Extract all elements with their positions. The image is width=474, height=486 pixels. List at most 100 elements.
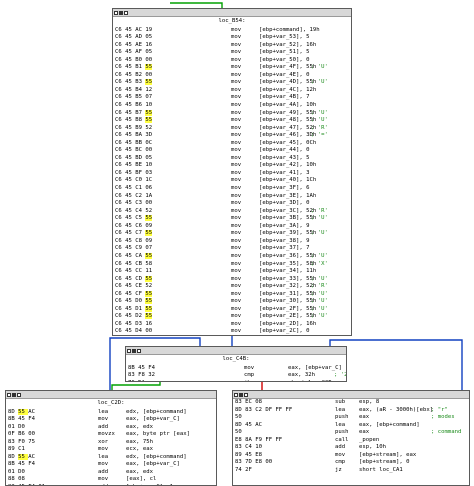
instruction-row[interactable]: 8B 45 F4 mov eax, [ebp+var_C] xyxy=(128,365,346,373)
instruction-row[interactable]: C6 45 B7 55 mov [ebp+var_49], 55h; 'U' xyxy=(115,109,351,118)
node-color-icon[interactable] xyxy=(132,348,136,353)
instruction-operands: esp, 10h xyxy=(359,444,386,451)
instruction-row[interactable]: C6 45 CA 55 mov [ebp+var_36], 55h; 'U' xyxy=(115,252,351,261)
instruction-mnemonic: mov xyxy=(231,275,242,282)
instruction-bytes: 50 xyxy=(235,414,242,421)
instruction-comment: ; command xyxy=(431,429,462,436)
instruction-comment: ; 'U' xyxy=(311,109,328,116)
instruction-bytes: C6 45 AE 16 xyxy=(115,41,153,48)
instruction-row[interactable]: C6 45 C8 09 mov [ebp+var_38], 9 xyxy=(115,238,351,246)
instruction-row[interactable]: C6 45 CF 55 mov [ebp+var_31], 55h; 'U' xyxy=(115,290,351,299)
instruction-row[interactable]: 83 7D E8 00 cmp [ebp+stream], 0 xyxy=(235,459,469,467)
instruction-row[interactable]: C6 45 B2 00 mov [ebp+var_4E], 0 xyxy=(115,72,351,80)
instruction-row[interactable]: C6 45 C2 1A mov [ebp+var_3E], 1Ah xyxy=(115,193,351,201)
instruction-row[interactable]: C6 45 C1 06 mov [ebp+var_3F], 6 xyxy=(115,185,351,193)
instruction-row[interactable]: C6 45 B3 55 mov [ebp+var_4D], 55h; 'U' xyxy=(115,79,351,87)
instruction-row[interactable]: 8D 55 AC lea edx, [ebp+command] xyxy=(8,453,216,462)
instruction-row[interactable]: 01 D0 add eax, edx xyxy=(8,469,216,477)
instruction-row[interactable]: C6 45 B1 55 mov [ebp+var_4F], 55h; 'U' xyxy=(115,64,351,72)
code-block-loc-c4b[interactable]: loc_C4B: 8B 45 F4 mov eax, [ebp+var_C] 83 F… xyxy=(125,346,347,382)
instruction-row[interactable]: C6 45 D2 55 mov [ebp+var_2E], 55h; 'U' xyxy=(115,313,351,321)
instruction-mnemonic: mov xyxy=(98,461,109,468)
code-block-loc-b54[interactable]: loc_B54: C6 45 AC 19 mov [ebp+command], 19… xyxy=(112,8,352,336)
instruction-bytes: 88 08 xyxy=(8,476,25,483)
instruction-row[interactable]: 89 45 E8 mov [ebp+stream], eax xyxy=(235,452,469,460)
instruction-row[interactable]: 74 2F jz short loc_CA1 xyxy=(235,467,469,475)
instruction-row[interactable]: C6 45 C5 55 mov [ebp+var_3B], 55h; 'U' xyxy=(115,215,351,223)
node-collapse-icon[interactable] xyxy=(124,10,128,15)
instruction-row[interactable]: C6 45 BC 00 mov [ebp+var_44], 0 xyxy=(115,147,351,155)
instruction-row[interactable]: C6 45 B0 00 mov [ebp+var_50], 0 xyxy=(115,57,351,65)
instruction-row[interactable]: C6 45 CD 55 mov [ebp+var_33], 55h; 'U' xyxy=(115,275,351,284)
node-color-icon[interactable] xyxy=(12,392,16,397)
instruction-row[interactable]: C6 45 AF 05 mov [ebp+var_51], 5 xyxy=(115,49,351,57)
instruction-row[interactable]: C6 45 BE 10 mov [ebp+var_42], 10h xyxy=(115,162,351,170)
instruction-row[interactable]: C6 45 AC 19 mov [ebp+command], 19h xyxy=(115,27,351,35)
instruction-bytes: 89 45 E8 xyxy=(235,451,262,458)
instruction-row[interactable]: 8B 45 F4 mov eax, [ebp+var_C] xyxy=(8,416,216,424)
instruction-mnemonic: mov xyxy=(231,124,242,131)
instruction-row[interactable]: 88 08 mov [eax], cl xyxy=(8,476,216,484)
node-color-icon[interactable] xyxy=(239,392,243,397)
instruction-row[interactable]: C6 45 B8 55 mov [ebp+var_48], 55h; 'U' xyxy=(115,117,351,125)
instruction-row[interactable]: C6 45 AD 05 mov [ebp+var_53], 5 xyxy=(115,34,351,42)
instruction-row[interactable]: C6 45 C4 52 mov [ebp+var_3C], 52h; 'R' xyxy=(115,208,351,216)
instruction-row[interactable]: 83 C4 10 add esp, 10h xyxy=(235,444,469,452)
instruction-row[interactable]: 01 D0 add eax, edx xyxy=(8,424,216,432)
code-block-loc-c2d[interactable]: loc_C2D: 8D 55 AC lea edx, [ebp+command] 8B… xyxy=(5,390,217,486)
instruction-row[interactable]: C6 45 C7 55 mov [ebp+var_39], 55h; 'U' xyxy=(115,230,351,238)
instruction-row[interactable]: 76 DA jbe short loc_C2D xyxy=(128,380,346,381)
instruction-row[interactable]: C6 45 B5 07 mov [ebp+var_4B], 7 xyxy=(115,94,351,102)
instruction-row[interactable]: C6 45 C9 07 mov [ebp+var_37], 7 xyxy=(115,245,351,253)
instruction-operands: [ebp+var_4B], 7 xyxy=(259,94,310,101)
instruction-mnemonic: mov xyxy=(231,177,242,184)
instruction-row[interactable]: C6 45 B9 52 mov [ebp+var_47], 52h; 'R' xyxy=(115,125,351,133)
code-block-popen[interactable]: 83 EC 08 sub esp, 8 8D 83 C2 DF FF FF lea eax… xyxy=(232,390,470,486)
instruction-row[interactable]: C6 45 BA 3D mov [ebp+var_46], 3Dh; '=' xyxy=(115,132,351,140)
node-color-icon[interactable] xyxy=(119,10,123,15)
instruction-row[interactable]: C6 45 B6 10 mov [ebp+var_4A], 10h xyxy=(115,102,351,110)
instruction-mnemonic: mov xyxy=(231,237,242,244)
instruction-row[interactable]: C6 45 BD 05 mov [ebp+var_43], 5 xyxy=(115,155,351,163)
instruction-row[interactable]: C6 45 CE 52 mov [ebp+var_32], 52h; 'R' xyxy=(115,283,351,291)
instruction-row[interactable]: 8D 55 AC lea edx, [ebp+command] xyxy=(8,408,216,417)
instruction-row[interactable]: C6 45 B4 12 mov [ebp+var_4C], 12h xyxy=(115,87,351,95)
graph-overview-icon[interactable] xyxy=(234,392,238,397)
instruction-row[interactable]: 83 F0 75 xor eax, 75h xyxy=(8,439,216,447)
instruction-row[interactable]: 83 F8 32 cmp eax, 32h ; '2' xyxy=(128,372,346,380)
node-collapse-icon[interactable] xyxy=(17,392,21,397)
instruction-row[interactable]: E8 8A F9 FF FF call _popen xyxy=(235,437,469,445)
instruction-row[interactable]: C6 45 BF 03 mov [ebp+var_41], 3 xyxy=(115,170,351,178)
instruction-bytes: C6 45 B0 00 xyxy=(115,56,153,63)
instruction-row[interactable]: 0F B6 00 movzx eax, byte ptr [eax] xyxy=(8,431,216,439)
block-label: loc_C4B: xyxy=(222,356,250,362)
instruction-bytes: C6 45 C1 06 xyxy=(115,185,153,192)
graph-overview-icon[interactable] xyxy=(7,392,11,397)
instruction-bytes: 89 C1 xyxy=(8,446,25,453)
instruction-row[interactable]: C6 45 D0 55 mov [ebp+var_30], 55h; 'U' xyxy=(115,298,351,306)
instruction-operands: [ebp+var_34], 11h xyxy=(259,268,317,275)
instruction-row[interactable]: 8B 45 F4 mov eax, [ebp+var_C] xyxy=(8,461,216,469)
instruction-row[interactable]: C6 45 C0 1C mov [ebp+var_40], 1Ch xyxy=(115,177,351,185)
instruction-row[interactable]: 8D 83 C2 DF FF FF lea eax, (aR - 3000h)[eb… xyxy=(235,407,469,415)
instruction-row[interactable]: C6 45 D4 00 mov [ebp+var_2C], 0 xyxy=(115,328,351,335)
instruction-row[interactable]: 8D 45 AC lea eax, [ebp+command] xyxy=(235,422,469,430)
instruction-row[interactable]: C6 45 D1 55 mov [ebp+var_2F], 55h; 'U' xyxy=(115,305,351,314)
graph-overview-icon[interactable] xyxy=(127,348,131,353)
instruction-row[interactable]: 89 C1 mov ecx, eax xyxy=(8,446,216,454)
instruction-list: 83 EC 08 sub esp, 8 8D 83 C2 DF FF FF lea eax… xyxy=(233,399,469,474)
instruction-row[interactable]: C6 45 BB 0C mov [ebp+var_45], 0Ch xyxy=(115,140,351,148)
instruction-row[interactable]: 50 push eax ; command xyxy=(235,429,469,437)
instruction-row[interactable]: 50 push eax ; modes xyxy=(235,414,469,422)
instruction-row[interactable]: 83 EC 08 sub esp, 8 xyxy=(235,399,469,407)
instruction-row[interactable]: C6 45 CC 11 mov [ebp+var_34], 11h xyxy=(115,268,351,276)
node-collapse-icon[interactable] xyxy=(244,392,248,397)
instruction-row[interactable]: C6 45 D3 16 mov [ebp+var_2D], 16h xyxy=(115,321,351,329)
instruction-row[interactable]: C6 45 C6 09 mov [ebp+var_3A], 9 xyxy=(115,223,351,231)
instruction-row[interactable]: C6 45 AE 16 mov [ebp+var_52], 16h xyxy=(115,42,351,50)
graph-overview-icon[interactable] xyxy=(114,10,118,15)
instruction-row[interactable]: C6 45 CB 58 mov [ebp+var_35], 58h; 'X' xyxy=(115,261,351,269)
instruction-mnemonic: mov xyxy=(231,26,242,33)
instruction-row[interactable]: C6 45 C3 00 mov [ebp+var_3D], 0 xyxy=(115,200,351,208)
node-collapse-icon[interactable] xyxy=(137,348,141,353)
